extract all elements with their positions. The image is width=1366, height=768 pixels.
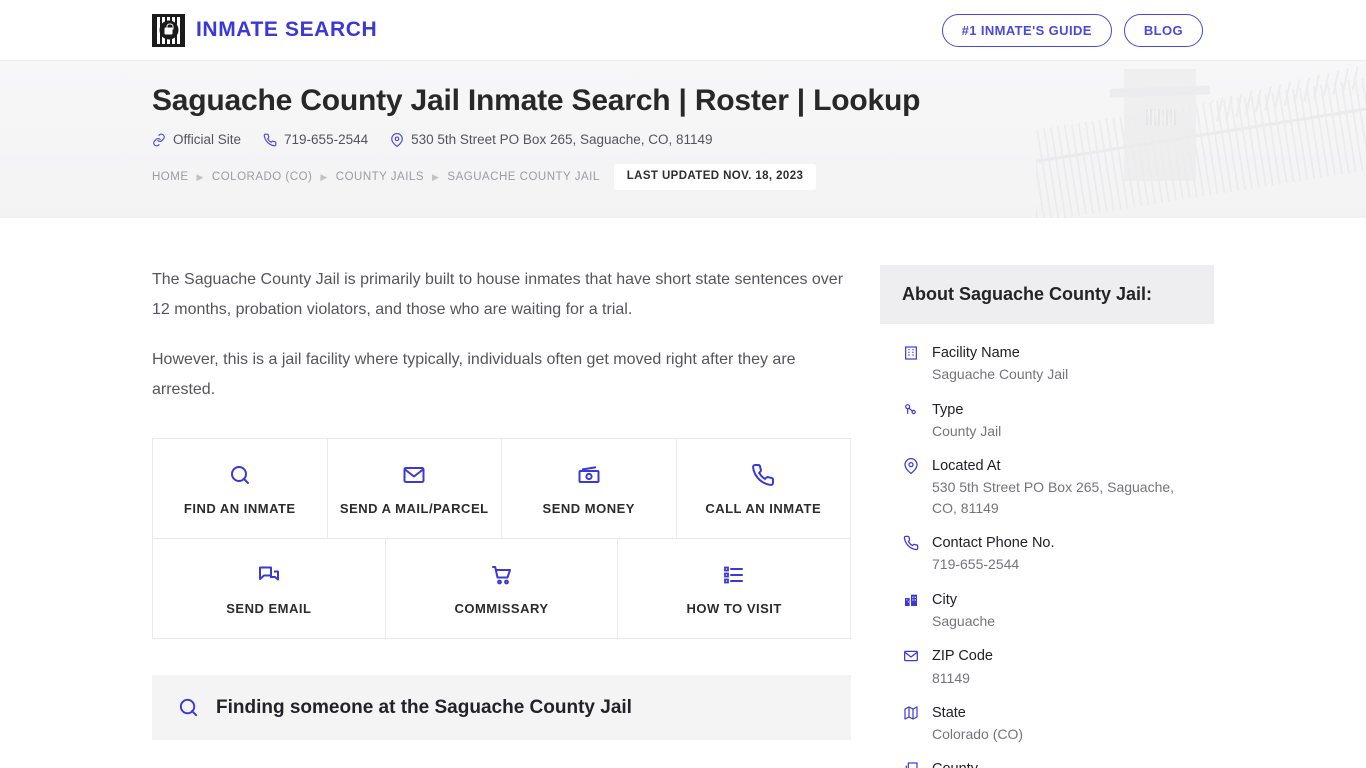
fact-label: Type: [932, 401, 964, 418]
fact-state: State Colorado (CO): [902, 703, 1192, 745]
fact-label: State: [932, 704, 966, 721]
fact-contact-phone: Contact Phone No. 719-655-2544: [902, 533, 1192, 575]
about-sidebar: About Saguache County Jail: Facility Nam…: [880, 265, 1214, 768]
page-title: Saguache County Jail Inmate Search | Ros…: [152, 84, 921, 117]
send-mail-tile[interactable]: SEND A MAIL/PARCEL: [326, 439, 501, 539]
chevron-right-icon: ▶: [196, 171, 204, 182]
fact-city: City Saguache: [902, 590, 1192, 632]
blog-button[interactable]: BLOG: [1123, 13, 1203, 47]
fact-label: City: [932, 591, 957, 608]
section-heading: Finding someone at the Saguache County J…: [216, 696, 632, 718]
phone-icon: [263, 133, 277, 147]
fact-zip-code: ZIP Code 81149: [902, 646, 1192, 688]
list-icon: [724, 566, 744, 584]
section-paragraph: In case there is an inmate that currentl…: [152, 762, 851, 768]
type-node-icon: [902, 400, 920, 442]
fact-facility-name: Facility Name Saguache County Jail: [902, 343, 1192, 385]
send-email-tile[interactable]: SEND EMAIL: [152, 539, 385, 639]
envelope-icon: [902, 646, 920, 688]
search-icon: [179, 699, 198, 717]
inmates-guide-button[interactable]: #1 INMATE'S GUIDE: [941, 13, 1112, 47]
action-row-2: SEND EMAIL COMMISSARY HOW TO VISIT: [152, 539, 852, 640]
address-label: 530 5th Street PO Box 265, Saguache, CO,…: [411, 132, 713, 148]
hero-meta: Official Site 719-655-2544 530 5th Stree…: [152, 132, 1366, 147]
find-an-inmate-tile[interactable]: FIND AN INMATE: [152, 439, 327, 539]
call-an-inmate-label: CALL AN INMATE: [705, 501, 822, 517]
fact-value: County Jail: [932, 422, 1002, 439]
intro-paragraph-1: The Saguache County Jail is primarily bu…: [152, 271, 844, 318]
copy-icon: [902, 759, 920, 768]
city-icon: [902, 590, 920, 632]
finding-someone-section-header: Finding someone at the Saguache County J…: [152, 675, 851, 741]
fact-value: 530 5th Street PO Box 265, Saguache, CO,…: [932, 479, 1175, 516]
main-column: The Saguache County Jail is primarily bu…: [152, 265, 852, 768]
map-pin-icon: [391, 132, 403, 147]
breadcrumb-list: HOME ▶ COLORADO (CO) ▶ COUNTY JAILS ▶ SA…: [152, 171, 600, 183]
fact-label: County: [932, 759, 1043, 768]
fact-label: Located At: [932, 458, 1001, 475]
phone-link[interactable]: 719-655-2544: [263, 132, 368, 147]
page-body: The Saguache County Jail is primarily bu…: [0, 218, 1366, 768]
envelope-icon: [403, 467, 425, 484]
how-to-visit-tile[interactable]: HOW TO VISIT: [617, 539, 852, 639]
send-money-tile[interactable]: SEND MONEY: [501, 439, 676, 539]
fact-label: Facility Name: [932, 345, 1020, 361]
fact-value: Saguache: [932, 612, 996, 629]
about-card-body: Facility Name Saguache County Jail Type …: [880, 324, 1214, 768]
about-card-header: About Saguache County Jail:: [880, 265, 1214, 324]
breadcrumb-item-current: SAGUACHE COUNTY JAIL: [447, 171, 600, 184]
brand-logo[interactable]: INMATE SEARCH: [152, 13, 378, 47]
official-site-label: Official Site: [173, 132, 242, 148]
send-mail-label: SEND A MAIL/PARCEL: [339, 501, 489, 517]
action-grid: FIND AN INMATE SEND A MAIL/PARCEL SEND M…: [152, 438, 852, 640]
fact-value: 719-655-2544: [932, 556, 1020, 573]
jail-lock-icon: [152, 13, 185, 47]
breadcrumb: HOME ▶ COLORADO (CO) ▶ COUNTY JAILS ▶ SA…: [152, 164, 1366, 190]
commissary-tile[interactable]: COMMISSARY: [384, 539, 618, 639]
breadcrumb-item-county-jails[interactable]: COUNTY JAILS: [336, 171, 424, 183]
cart-icon: [491, 566, 511, 585]
fact-value: Saguache County Jail: [932, 366, 1069, 383]
chat-icon: [258, 566, 279, 581]
link-icon: [153, 133, 165, 147]
fact-value: Colorado (CO): [932, 726, 1024, 743]
last-updated-badge: LAST UPDATED NOV. 18, 2023: [613, 164, 817, 190]
phone-icon: [752, 464, 775, 487]
about-card: About Saguache County Jail: Facility Nam…: [880, 265, 1214, 768]
call-an-inmate-tile[interactable]: CALL AN INMATE: [675, 439, 851, 539]
about-title: About Saguache County Jail:: [902, 284, 1153, 304]
building-grid-icon: [902, 343, 920, 385]
fact-located-at: Located At 530 5th Street PO Box 265, Sa…: [902, 456, 1192, 518]
site-header: INMATE SEARCH #1 INMATE'S GUIDE BLOG: [0, 0, 1366, 61]
phone-icon: [902, 533, 920, 575]
breadcrumb-item-state[interactable]: COLORADO (CO): [212, 171, 312, 183]
search-icon: [230, 466, 249, 485]
chevron-right-icon: ▶: [320, 171, 328, 182]
how-to-visit-label: HOW TO VISIT: [686, 601, 782, 617]
fact-county: County Saguache County: [902, 759, 1192, 768]
fact-label: ZIP Code: [932, 648, 993, 665]
address-item: 530 5th Street PO Box 265, Saguache, CO,…: [390, 132, 713, 148]
header-actions: #1 INMATE'S GUIDE BLOG: [941, 13, 1203, 47]
fact-value: 81149: [932, 669, 970, 686]
intro-paragraph-2: However, this is a jail facility where t…: [152, 351, 796, 398]
send-money-label: SEND MONEY: [542, 501, 635, 517]
brand-name: INMATE SEARCH: [196, 18, 378, 41]
action-row-1: FIND AN INMATE SEND A MAIL/PARCEL SEND M…: [152, 439, 851, 540]
breadcrumb-item-home[interactable]: HOME: [152, 171, 189, 183]
chevron-right-icon: ▶: [432, 171, 440, 182]
find-an-inmate-label: FIND AN INMATE: [183, 501, 296, 517]
phone-label: 719-655-2544: [284, 132, 369, 148]
official-site-link[interactable]: Official Site: [152, 132, 241, 147]
fact-label: Contact Phone No.: [932, 535, 1055, 552]
send-email-label: SEND EMAIL: [226, 601, 312, 617]
money-icon: [578, 466, 600, 484]
hero-section: Saguache County Jail Inmate Search | Ros…: [0, 61, 1366, 218]
commissary-label: COMMISSARY: [454, 601, 549, 617]
map-pin-icon: [902, 456, 920, 518]
map-icon: [902, 703, 920, 745]
fact-type: Type County Jail: [902, 400, 1192, 442]
